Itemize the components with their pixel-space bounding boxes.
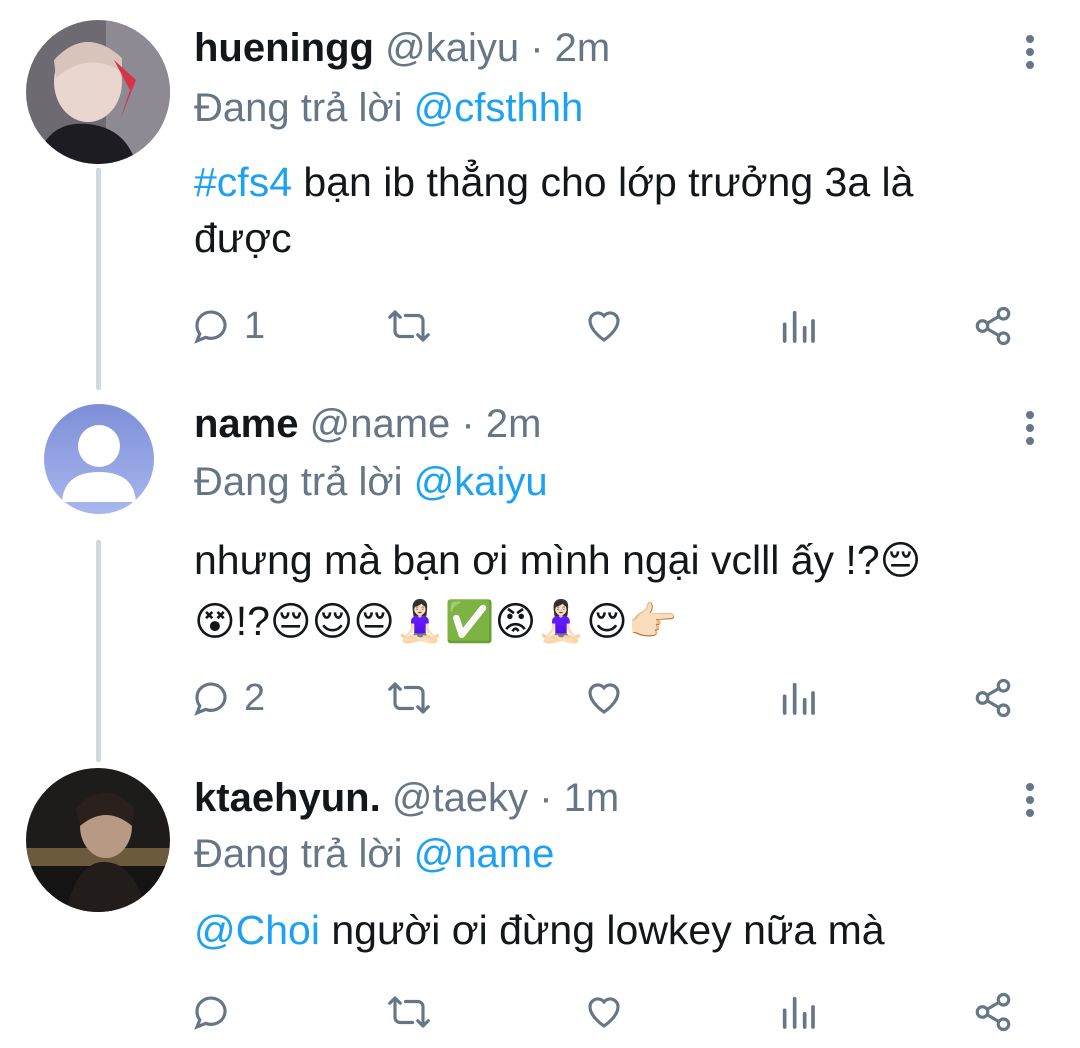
- reply-icon: [190, 305, 232, 347]
- tweet-text: #cfs4 bạn ib thẳng cho lớp trưởng 3a là …: [194, 154, 1034, 266]
- tweet-text: nhưng mà bạn ơi mình ngại vclll ấy !?😔 😵…: [194, 530, 1034, 652]
- reply-count: 2: [244, 676, 266, 719]
- like-button[interactable]: [582, 674, 626, 722]
- tweet-text-line2: được: [194, 215, 292, 261]
- heart-icon: [582, 991, 626, 1033]
- retweet-button[interactable]: [386, 302, 432, 350]
- avatar[interactable]: [44, 404, 154, 514]
- reply-icon: [190, 991, 232, 1033]
- analytics-icon: [778, 991, 818, 1033]
- display-name[interactable]: name: [194, 402, 299, 446]
- heart-icon: [582, 677, 626, 719]
- timestamp: 1m: [563, 776, 620, 820]
- mention-link[interactable]: @Choi: [194, 907, 320, 953]
- heart-icon: [582, 305, 626, 347]
- retweet-icon: [386, 991, 432, 1033]
- more-options-icon[interactable]: [1024, 780, 1036, 820]
- replying-to: Đang trả lời @cfsthhh: [194, 84, 583, 132]
- separator: ·: [539, 776, 553, 820]
- emoji-dizzy: 😵: [194, 599, 236, 645]
- replying-to-mention[interactable]: @name: [414, 832, 555, 876]
- display-name[interactable]: ktaehyun.: [194, 776, 381, 820]
- handle[interactable]: @taeky: [392, 776, 528, 820]
- tweet-text: @Choi người ơi đừng lowkey nữa mà: [194, 902, 1034, 958]
- replying-to-mention[interactable]: @kaiyu: [414, 460, 548, 504]
- action-bar: 2: [190, 674, 1030, 722]
- replying-prefix: Đang trả lời: [194, 86, 403, 130]
- replying-to: Đang trả lời @name: [194, 830, 554, 878]
- reply-icon: [190, 677, 232, 719]
- analytics-button[interactable]: [778, 988, 818, 1036]
- timestamp: 2m: [554, 26, 611, 70]
- tweet[interactable]: ktaehyun. @taeky · 1m Đang trả lời @name…: [0, 752, 1080, 1048]
- tweet-text-line1: bạn ib thẳng cho lớp trưởng 3a là: [292, 159, 914, 205]
- more-options-icon[interactable]: [1024, 408, 1036, 448]
- tweet-text-line1: người ơi đừng lowkey nữa mà: [319, 907, 885, 953]
- retweet-button[interactable]: [386, 674, 432, 722]
- reply-button[interactable]: 2: [190, 674, 265, 722]
- retweet-button[interactable]: [386, 988, 432, 1036]
- handle[interactable]: @name: [310, 402, 451, 446]
- emoji-pensive: 😔: [879, 538, 922, 584]
- retweet-icon: [386, 305, 432, 347]
- analytics-button[interactable]: [778, 674, 818, 722]
- timestamp: 2m: [485, 402, 542, 446]
- analytics-icon: [778, 305, 818, 347]
- analytics-button[interactable]: [778, 302, 818, 350]
- share-button[interactable]: [972, 988, 1014, 1036]
- hashtag-link[interactable]: #cfs4: [194, 159, 292, 205]
- handle[interactable]: @kaiyu: [385, 26, 519, 70]
- analytics-icon: [778, 677, 818, 719]
- reply-button[interactable]: [190, 988, 232, 1036]
- reply-button[interactable]: 1: [190, 302, 265, 350]
- replying-to: Đang trả lời @kaiyu: [194, 458, 548, 506]
- emoji-sequence: 😔😌😔🧘🏻‍♀️✅😡🧘🏻‍♀️😌👉🏻: [269, 599, 678, 645]
- separator: ·: [530, 26, 544, 70]
- action-bar: [190, 988, 1030, 1036]
- like-button[interactable]: [582, 302, 626, 350]
- tweet[interactable]: name @name · 2m Đang trả lời @kaiyu nhưn…: [0, 380, 1080, 752]
- retweet-icon: [386, 677, 432, 719]
- tweet-text-line1: nhưng mà bạn ơi mình ngại vclll ấy !?: [194, 537, 880, 583]
- share-icon: [972, 305, 1014, 347]
- replying-prefix: Đang trả lời: [194, 832, 403, 876]
- tweet-header: ktaehyun. @taeky · 1m: [194, 774, 619, 822]
- action-bar: 1: [190, 302, 1030, 350]
- more-options-icon[interactable]: [1024, 32, 1036, 72]
- avatar[interactable]: [26, 20, 170, 164]
- share-icon: [972, 677, 1014, 719]
- like-button[interactable]: [582, 988, 626, 1036]
- share-button[interactable]: [972, 674, 1014, 722]
- display-name[interactable]: hueningg: [194, 26, 374, 70]
- tweet[interactable]: hueningg @kaiyu · 2m Đang trả lời @cfsth…: [0, 0, 1080, 380]
- separator: ·: [461, 402, 475, 446]
- tweet-text-punct: !?: [235, 598, 270, 644]
- tweet-header: hueningg @kaiyu · 2m: [194, 24, 610, 72]
- replying-prefix: Đang trả lời: [194, 460, 403, 504]
- avatar[interactable]: [26, 768, 170, 912]
- share-button[interactable]: [972, 302, 1014, 350]
- replying-to-mention[interactable]: @cfsthhh: [414, 86, 584, 130]
- reply-count: 1: [244, 304, 266, 347]
- tweet-header: name @name · 2m: [194, 400, 541, 448]
- share-icon: [972, 991, 1014, 1033]
